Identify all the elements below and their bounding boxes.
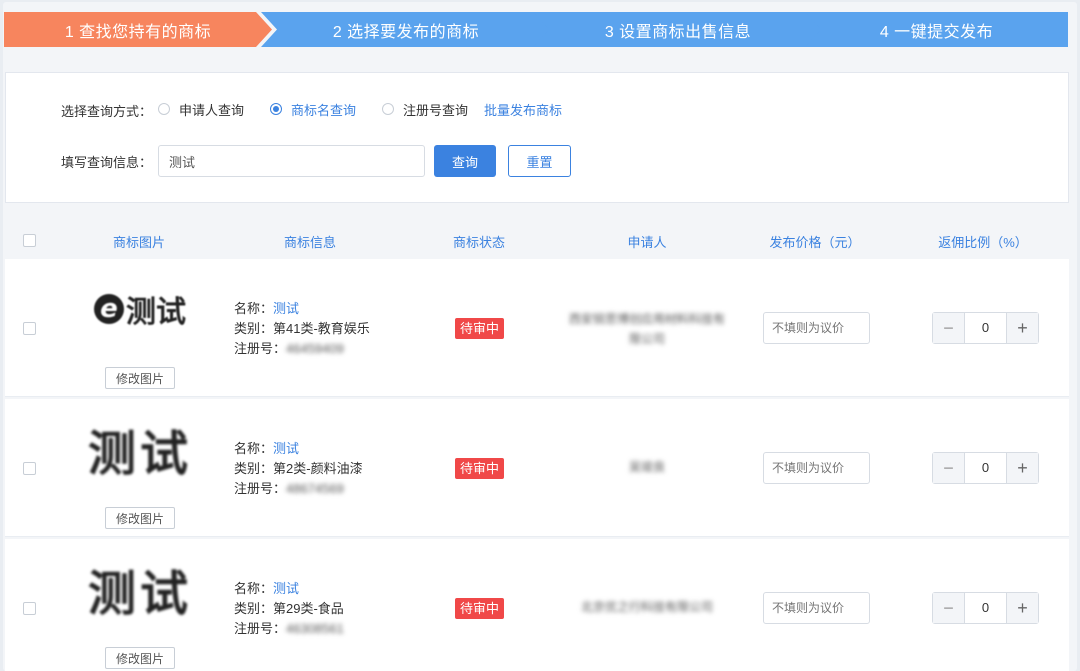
trademark-category: 第2类-颜料油漆 — [273, 461, 363, 476]
step-4: 4 一键提交发布 — [805, 12, 1068, 47]
radio-label: 申请人查询 — [179, 102, 245, 118]
category-prefix: 类别： — [234, 601, 274, 616]
header-applicant: 申请人 — [627, 235, 667, 250]
category-prefix: 类别： — [234, 321, 274, 336]
name-prefix: 名称： — [234, 441, 274, 456]
registration-number: 48674569 — [286, 481, 344, 496]
trademark-logo-image: 测试 — [87, 566, 192, 622]
commission-stepper: − 0 + — [932, 452, 1039, 484]
header-info: 商标信息 — [283, 235, 337, 250]
increment-button[interactable]: + — [1006, 313, 1038, 343]
trademark-logo: 测试 — [77, 419, 203, 482]
trademark-category: 第41类-教育娱乐 — [273, 321, 370, 336]
edit-image-button[interactable]: 修改图片 — [105, 507, 175, 529]
trademark-logo: 测试 — [77, 559, 203, 622]
table-row: e 测试 修改图片 名称：测试 类别：第41类-教育娱乐 注册号：46459409… — [5, 259, 1069, 397]
header-commission: 返佣比例（%） — [938, 235, 1028, 250]
price-input[interactable] — [763, 592, 870, 624]
name-prefix: 名称： — [234, 581, 274, 596]
category-prefix: 类别： — [234, 461, 274, 476]
reg-prefix: 注册号： — [234, 341, 287, 356]
commission-value[interactable]: 0 — [965, 593, 1006, 623]
commission-value[interactable]: 0 — [965, 453, 1006, 483]
registration-number: 46459409 — [286, 341, 344, 356]
logo-e-mark: e — [94, 294, 124, 324]
trademark-logo-image: 测试 — [87, 426, 192, 482]
applicant-name: 吴竣良 — [628, 460, 665, 474]
step-2: 2 选择要发布的商标 — [261, 12, 551, 47]
commission-stepper: − 0 + — [932, 312, 1039, 344]
query-panel: 选择查询方式： 申请人查询 商标名查询 注册号查询 批量发布商标 填写查询信息：… — [5, 72, 1069, 203]
row-checkbox[interactable] — [23, 602, 36, 615]
registration-number: 46308561 — [286, 621, 344, 636]
radio-circle[interactable] — [382, 103, 395, 115]
price-input[interactable] — [763, 312, 870, 344]
radio-label: 注册号查询 — [403, 102, 469, 118]
status-badge: 待审中 — [455, 458, 505, 479]
query-method-radios: 申请人查询 商标名查询 注册号查询 批量发布商标 — [158, 100, 562, 119]
trademark-logo: e 测试 — [77, 279, 203, 339]
header-image: 商标图片 — [112, 235, 166, 250]
increment-button[interactable]: + — [1006, 453, 1038, 483]
commission-stepper: − 0 + — [932, 592, 1039, 624]
reg-prefix: 注册号： — [234, 481, 287, 496]
decrement-button[interactable]: − — [933, 453, 965, 483]
edit-image-button[interactable]: 修改图片 — [105, 367, 175, 389]
logo-text: 测试 — [126, 295, 186, 330]
table-header: 商标图片 商标信息 商标状态 申请人 发布价格（元） 返佣比例（%） — [5, 222, 1069, 258]
bulk-publish-link[interactable]: 批量发布商标 — [484, 100, 562, 119]
trademark-info: 名称：测试 类别：第2类-颜料油漆 注册号：48674569 — [234, 439, 363, 499]
reset-button[interactable]: 重置 — [508, 145, 571, 177]
edit-image-button[interactable]: 修改图片 — [105, 647, 175, 669]
table-row: 测试 修改图片 名称：测试 类别：第29类-食品 注册号：46308561 待审… — [5, 539, 1069, 671]
header-status: 商标状态 — [452, 235, 506, 250]
status-badge: 待审中 — [455, 598, 505, 619]
radio-label: 商标名查询 — [291, 102, 357, 118]
radio-circle[interactable] — [158, 103, 170, 115]
trademark-info: 名称：测试 类别：第41类-教育娱乐 注册号：46459409 — [234, 299, 370, 359]
increment-button[interactable]: + — [1006, 593, 1038, 623]
step-1: 1 查找您持有的商标 — [4, 12, 272, 47]
decrement-button[interactable]: − — [933, 593, 965, 623]
status-badge: 待审中 — [455, 318, 505, 339]
row-checkbox[interactable] — [23, 322, 36, 335]
applicant-name: 西安锐思博创应用材料科技有限公司 — [568, 312, 725, 346]
header-price: 发布价格（元） — [769, 235, 861, 250]
trademark-logo-image: e 测试 — [94, 287, 186, 331]
step-3: 3 设置商标出售信息 — [533, 12, 823, 47]
query-info-label: 填写查询信息： — [61, 155, 153, 170]
select-all-checkbox[interactable] — [23, 234, 36, 247]
radio-trademark-name[interactable]: 商标名查询 — [270, 100, 356, 119]
decrement-button[interactable]: − — [933, 313, 965, 343]
commission-value[interactable]: 0 — [965, 313, 1006, 343]
trademark-name-link[interactable]: 测试 — [273, 441, 299, 456]
trademark-info: 名称：测试 类别：第29类-食品 注册号：46308561 — [234, 579, 344, 639]
query-method-label: 选择查询方式： — [61, 104, 153, 119]
trademark-name-link[interactable]: 测试 — [273, 301, 299, 316]
reg-prefix: 注册号： — [234, 621, 287, 636]
radio-applicant[interactable]: 申请人查询 — [158, 100, 244, 119]
name-prefix: 名称： — [234, 301, 274, 316]
radio-circle[interactable] — [270, 103, 283, 115]
search-input[interactable] — [158, 145, 425, 177]
search-button[interactable]: 查询 — [434, 145, 496, 177]
applicant-name: 北京优之行科技有限公司 — [580, 600, 713, 614]
trademark-category: 第29类-食品 — [273, 601, 344, 616]
trademark-name-link[interactable]: 测试 — [273, 581, 299, 596]
row-checkbox[interactable] — [23, 462, 36, 475]
progress-steps: 1 查找您持有的商标 2 选择要发布的商标 3 设置商标出售信息 4 一键提交发… — [4, 12, 1068, 47]
table-row: 测试 修改图片 名称：测试 类别：第2类-颜料油漆 注册号：48674569 待… — [5, 399, 1069, 537]
radio-reg-number[interactable]: 注册号查询 — [382, 100, 468, 119]
price-input[interactable] — [763, 452, 870, 484]
